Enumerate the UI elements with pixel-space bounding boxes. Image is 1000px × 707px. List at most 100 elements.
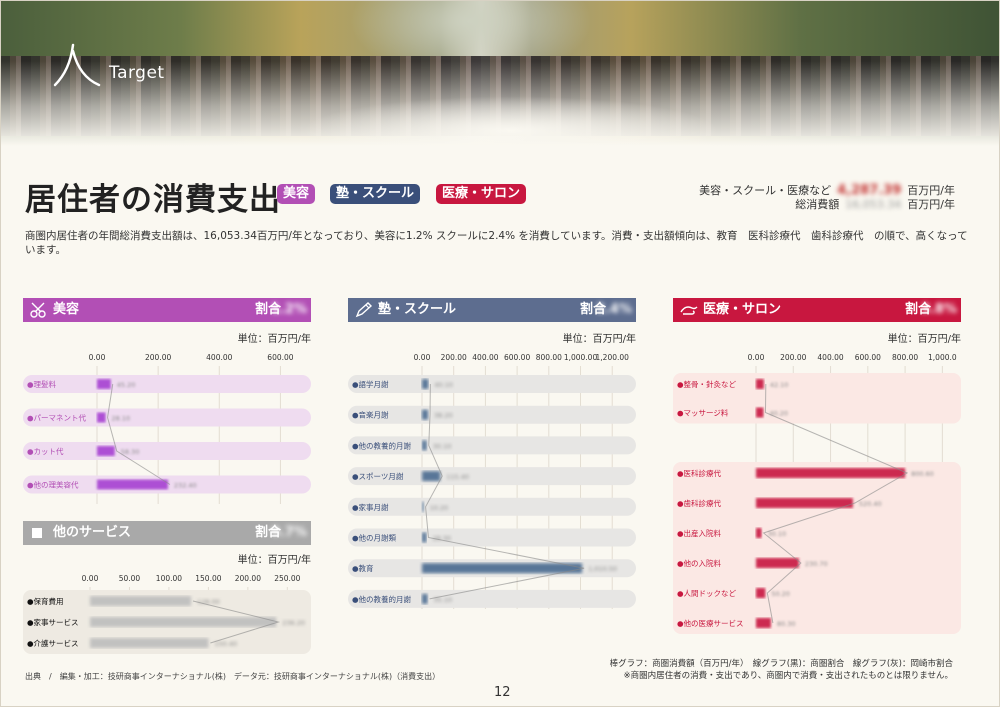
tick-label: 400.00 <box>206 353 232 362</box>
value-label: 236.20 <box>282 619 305 627</box>
tick-label: 400.00 <box>472 353 498 362</box>
category-label: ●マッサージ料 <box>677 408 729 418</box>
tick-label: 200.00 <box>235 574 261 583</box>
tick-label: 200.00 <box>145 353 171 362</box>
logo-text: Target <box>109 63 165 83</box>
chart-beauty: 0.00 200.00 400.00 600.00 ●理髪料 45.20 ●パーマネント代 2… <box>23 348 311 508</box>
bar <box>756 379 764 389</box>
bar <box>90 596 192 606</box>
pencil-icon <box>355 302 373 318</box>
panel-other-unit: 単位：百万円/年 <box>237 555 311 566</box>
category-label: ●他の月謝類 <box>352 533 397 543</box>
value-label: 115.40 <box>446 473 469 481</box>
category-label: ●介護サービス <box>27 638 79 648</box>
category-label: ●出産入院料 <box>677 528 722 538</box>
target-logo: Target <box>49 41 169 91</box>
summary-unit-1: 百万円/年 <box>907 184 955 197</box>
chart-svg-beauty: 0.00 200.00 400.00 600.00 ●理髪料 45.20 ●パーマネント代 2… <box>23 353 311 504</box>
bar <box>97 379 111 389</box>
row-bg <box>348 375 636 393</box>
tick-label: 600.00 <box>855 353 881 362</box>
tick-label: 0.00 <box>414 353 431 362</box>
value-label: 38.20 <box>434 412 453 420</box>
panel-other-ratio-value: 0.7% <box>270 525 307 540</box>
bar <box>756 588 766 598</box>
tick-label: 50.00 <box>119 574 141 583</box>
bar <box>422 440 427 451</box>
summary-value-2: 16,053.34 <box>845 198 902 211</box>
bar <box>422 409 429 420</box>
panel-other-title: 他のサービス <box>53 525 132 540</box>
hand-icon <box>680 306 698 315</box>
category-label: ●パーマネント代 <box>27 413 87 423</box>
tick-label: 1,000.00 <box>564 353 598 362</box>
header-banner-photo: Target <box>1 1 999 161</box>
category-label: ●教育 <box>352 563 374 573</box>
tick-label: 800.00 <box>536 353 562 362</box>
badge-medical: 医療・サロン <box>436 184 527 204</box>
chart-medical: 0.00 200.00 400.00 600.00 800.00 1,000.0 ●整骨・針… <box>673 348 961 638</box>
panel-school-unit: 単位：百万円/年 <box>562 334 636 345</box>
category-label: ●人間ドックなど <box>677 589 737 598</box>
category-label: ●他の教養的月謝 <box>352 594 412 604</box>
panel-other: 他のサービス 割合 0.7% 単位：百万円/年 0.00 50.00 100.00 1… <box>23 521 311 654</box>
value-label: 230.70 <box>805 560 828 568</box>
bar <box>756 468 906 478</box>
value-label: 1,010.50 <box>588 565 617 573</box>
chart-other: 0.00 50.00 100.00 150.00 200.00 250.00 ●保育費用 12… <box>23 569 311 654</box>
value-label: 50.20 <box>771 590 790 598</box>
panel-beauty-title: 美容 <box>53 302 80 317</box>
bar <box>97 412 106 423</box>
tick-label: 400.00 <box>817 353 843 362</box>
bar <box>756 528 762 538</box>
bar <box>422 379 429 389</box>
panel-school-title: 塾・スクール <box>378 302 457 317</box>
bar <box>756 407 764 418</box>
square-icon <box>32 528 42 538</box>
panel-medical-header: 医療・サロン 割合 3.8% <box>673 298 961 322</box>
summary-unit-2: 百万円/年 <box>907 198 955 211</box>
tick-label: 1,200.00 <box>596 353 630 362</box>
legend-text: 棒グラフ：商圏消費額（百万円/年） 線グラフ(黒)：商圏割合 線グラフ(灰)：岡… <box>609 659 953 669</box>
tick-label: 250.00 <box>274 574 300 583</box>
source-credit: 出典 / 編集・加工：技研商事インターナショナル(株) データ元：技研商事インタ… <box>25 672 441 681</box>
tick-label: 600.00 <box>504 353 530 362</box>
value-label: 45.20 <box>117 381 136 389</box>
bar <box>422 532 427 543</box>
scissors-icon <box>30 302 46 318</box>
tick-label: 200.00 <box>441 353 467 362</box>
value-label: 520.40 <box>859 500 882 508</box>
category-label: ●整骨・針灸など <box>677 379 737 389</box>
bar <box>422 563 583 574</box>
row-bg <box>23 375 311 393</box>
summary-label-2: 総消費額 <box>795 198 840 211</box>
category-label: ●音楽月謝 <box>352 410 389 420</box>
category-label: ●他の医療サービス <box>677 618 744 628</box>
bar <box>90 617 277 627</box>
panel-medical: 医療・サロン 割合 3.8% 単位：百万円/年 0.00 200.00 400.00… <box>673 298 961 638</box>
chart-legend-note: 棒グラフ：商圏消費額（百万円/年） 線グラフ(黒)：商圏割合 線グラフ(灰)：岡… <box>610 658 953 682</box>
value-label: 40.20 <box>769 410 788 418</box>
page: Target 居住者の消費支出 美容 塾・スクール 医療・サロン 美容・スクール… <box>0 0 1000 707</box>
category-label: ●保育費用 <box>27 596 64 606</box>
bar <box>422 593 428 604</box>
bar <box>90 638 209 648</box>
panel-medical-title: 医療・サロン <box>703 302 782 317</box>
category-label: ●語学月謝 <box>352 379 389 389</box>
bar <box>756 498 853 508</box>
tick-label: 100.00 <box>156 574 182 583</box>
spending-summary: 美容・スクール・医療など 4,287.39 百万円/年 総消費額 16,053.… <box>699 184 955 212</box>
person-logo-icon <box>53 43 101 87</box>
value-label: 232.40 <box>174 482 197 490</box>
row-bg <box>348 405 636 424</box>
category-label: ●他の教養的月謝 <box>352 440 412 450</box>
summary-value-1: 4,287.39 <box>837 183 902 198</box>
category-label: ●家事月謝 <box>352 502 389 512</box>
category-label: ●医科診療代 <box>677 468 722 478</box>
chart-svg-medical: 0.00 200.00 400.00 600.00 800.00 1,000.0 ●整骨・針… <box>673 353 961 634</box>
note-text: ※商圏内居住者の消費・支出であり、商圏内で消費・支出されたものとは限りません。 <box>623 671 953 681</box>
value-label: 40.10 <box>434 381 453 389</box>
page-number: 12 <box>494 685 511 700</box>
tick-label: 800.00 <box>892 353 918 362</box>
bar <box>756 618 771 628</box>
